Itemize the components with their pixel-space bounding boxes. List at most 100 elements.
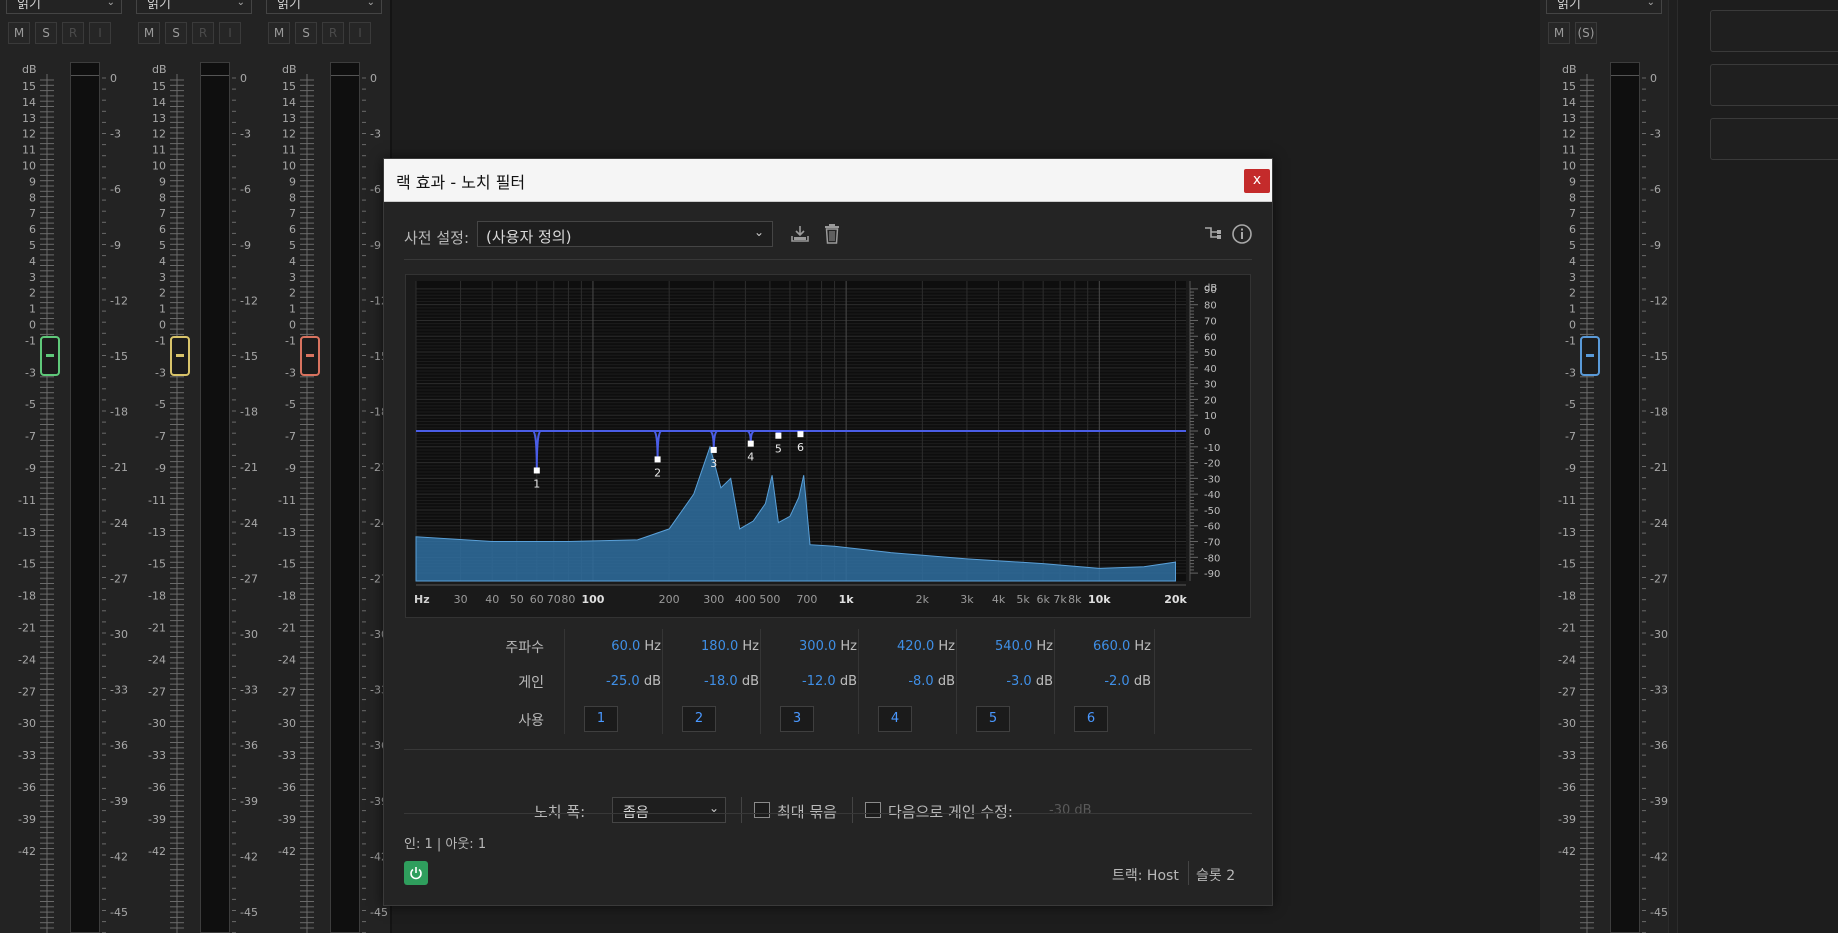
band-frequency-value[interactable]: 60.0 Hz xyxy=(566,639,661,654)
x-tick-label: 5k xyxy=(1016,593,1030,606)
notch-handle[interactable] xyxy=(797,431,804,438)
y-tick-label: 60 xyxy=(1204,332,1217,343)
right-panel-slot[interactable] xyxy=(1710,64,1838,106)
right-panel-slot[interactable] xyxy=(1710,10,1838,52)
x-tick-label: 60 xyxy=(530,593,544,606)
band-gain-value[interactable]: -18.0 dB xyxy=(664,674,759,689)
save-preset-icon[interactable] xyxy=(788,222,812,246)
fader-tick-label: 4 xyxy=(29,255,36,268)
gain-fix-checkbox[interactable] xyxy=(865,802,881,818)
fader-tick-label: 9 xyxy=(159,175,166,188)
fader-tick-label: 10 xyxy=(22,160,36,173)
routing-icon[interactable] xyxy=(1200,222,1224,246)
frequency-graph[interactable]: 1 2 3 4 5 6 dB 90 80 70 60 50 40 30 20 10 0 -10 -20 -30 -40-… xyxy=(405,274,1251,618)
power-icon[interactable] xyxy=(404,861,428,885)
max-group-checkbox[interactable] xyxy=(754,802,770,818)
fader-tick-label: -24 xyxy=(148,653,166,666)
band-frequency-value[interactable]: 420.0 Hz xyxy=(860,639,955,654)
band-frequency-value[interactable]: 540.0 Hz xyxy=(958,639,1053,654)
notch-response-chart[interactable]: 123 45 6dB9080706050403020100-10-20-30-40-… xyxy=(406,275,1250,617)
band-enable-button[interactable]: 3 xyxy=(780,706,814,732)
meter-tick-label: 0 xyxy=(240,72,247,85)
divider xyxy=(852,797,853,823)
fader-tick-label: 14 xyxy=(22,96,36,109)
band-frequency-value[interactable]: 180.0 Hz xyxy=(664,639,759,654)
y-tick-label: -80 xyxy=(1204,553,1220,564)
fader-tick-label: -42 xyxy=(148,845,166,858)
fader-tick-label: 8 xyxy=(159,191,166,204)
notch-handle[interactable] xyxy=(775,432,782,439)
band-enable-button[interactable]: 1 xyxy=(584,706,618,732)
gain-fix-value[interactable]: -30 dB xyxy=(1049,803,1092,818)
x-tick-label: 10k xyxy=(1088,593,1111,606)
notch-handle[interactable] xyxy=(747,440,754,447)
dialog-titlebar[interactable]: 랙 효과 - 노치 필터 x xyxy=(384,159,1272,202)
meter-tick-label: -15 xyxy=(110,350,128,363)
x-tick-label: 300 xyxy=(703,593,724,606)
preset-select[interactable]: (사용자 정의) ⌄ xyxy=(477,221,773,247)
close-button[interactable]: x xyxy=(1244,169,1270,193)
notch-handle[interactable] xyxy=(710,446,717,453)
band-enable-button[interactable]: 5 xyxy=(976,706,1010,732)
fader-tick-label: -3 xyxy=(1565,366,1576,379)
band-column-divider xyxy=(858,629,859,734)
fader-tick-label: 13 xyxy=(1562,112,1576,125)
fader-tick-label: 11 xyxy=(282,144,296,157)
meter-tick-label: 0 xyxy=(1650,72,1657,85)
band-frequency-value[interactable]: 300.0 Hz xyxy=(762,639,857,654)
right-panel-slot[interactable] xyxy=(1710,118,1838,160)
meter-tick-label: -33 xyxy=(110,684,128,697)
fader-tick-label: -42 xyxy=(18,845,36,858)
fader-tick-label: -7 xyxy=(155,430,166,443)
notch-width-select[interactable]: 좁음 ⌄ xyxy=(612,797,726,823)
meter-tick-label: -36 xyxy=(1650,739,1668,752)
x-axis-title: Hz xyxy=(414,593,430,606)
meter-tick-label: -6 xyxy=(240,183,251,196)
fader-tick-label: 7 xyxy=(29,207,36,220)
fader-tick-label: 4 xyxy=(289,255,296,268)
meter-peak-indicator[interactable] xyxy=(331,63,359,76)
fader-tick-label: -7 xyxy=(285,430,296,443)
band-enable-button[interactable]: 6 xyxy=(1074,706,1108,732)
volume-fader-handle[interactable] xyxy=(40,336,60,376)
meter-peak-indicator[interactable] xyxy=(1611,63,1639,76)
fader-tick-label: -30 xyxy=(1558,717,1576,730)
info-icon[interactable] xyxy=(1230,222,1254,246)
meter-tick-label: -9 xyxy=(370,239,381,252)
fader-tick-label: -30 xyxy=(148,717,166,730)
fader-tick-label: 3 xyxy=(29,271,36,284)
meter-peak-indicator[interactable] xyxy=(71,63,99,76)
fader-tick-label: 9 xyxy=(289,175,296,188)
fader-tick-label: 1 xyxy=(1569,303,1576,316)
notch-handle[interactable] xyxy=(654,456,661,463)
band-frequency-value[interactable]: 660.0 Hz xyxy=(1056,639,1151,654)
volume-fader-handle[interactable] xyxy=(300,336,320,376)
volume-fader-handle[interactable] xyxy=(1580,336,1600,376)
y-tick-label: -10 xyxy=(1204,443,1220,454)
band-gain-value[interactable]: -2.0 dB xyxy=(1056,674,1151,689)
meter-tick-label: -3 xyxy=(240,128,251,141)
fader-tick-label: -7 xyxy=(25,430,36,443)
chevron-down-icon: ⌄ xyxy=(753,225,764,239)
band-gain-value[interactable]: -3.0 dB xyxy=(958,674,1053,689)
band-gain-value[interactable]: -8.0 dB xyxy=(860,674,955,689)
band-enable-button[interactable]: 4 xyxy=(878,706,912,732)
fader-tick-label: -13 xyxy=(278,526,296,539)
band-column-divider xyxy=(564,629,565,734)
x-tick-label: 8k xyxy=(1068,593,1082,606)
notch-handle[interactable] xyxy=(533,467,540,474)
volume-fader-handle[interactable] xyxy=(170,336,190,376)
meter-peak-indicator[interactable] xyxy=(201,63,229,76)
frequency-number: 180.0 xyxy=(701,639,739,654)
meter-tick-label: -33 xyxy=(1650,684,1668,697)
fader-tick-label: -18 xyxy=(1558,590,1576,603)
band-gain-value[interactable]: -25.0 dB xyxy=(566,674,661,689)
delete-preset-icon[interactable] xyxy=(820,222,844,246)
divider xyxy=(404,813,1252,814)
freq-row-label: 주파수 xyxy=(505,640,544,656)
fader-tick-label: -9 xyxy=(25,462,36,475)
x-tick-label: 7k xyxy=(1053,593,1067,606)
band-enable-button[interactable]: 2 xyxy=(682,706,716,732)
meter-tick-label: -27 xyxy=(1650,572,1668,585)
band-gain-value[interactable]: -12.0 dB xyxy=(762,674,857,689)
